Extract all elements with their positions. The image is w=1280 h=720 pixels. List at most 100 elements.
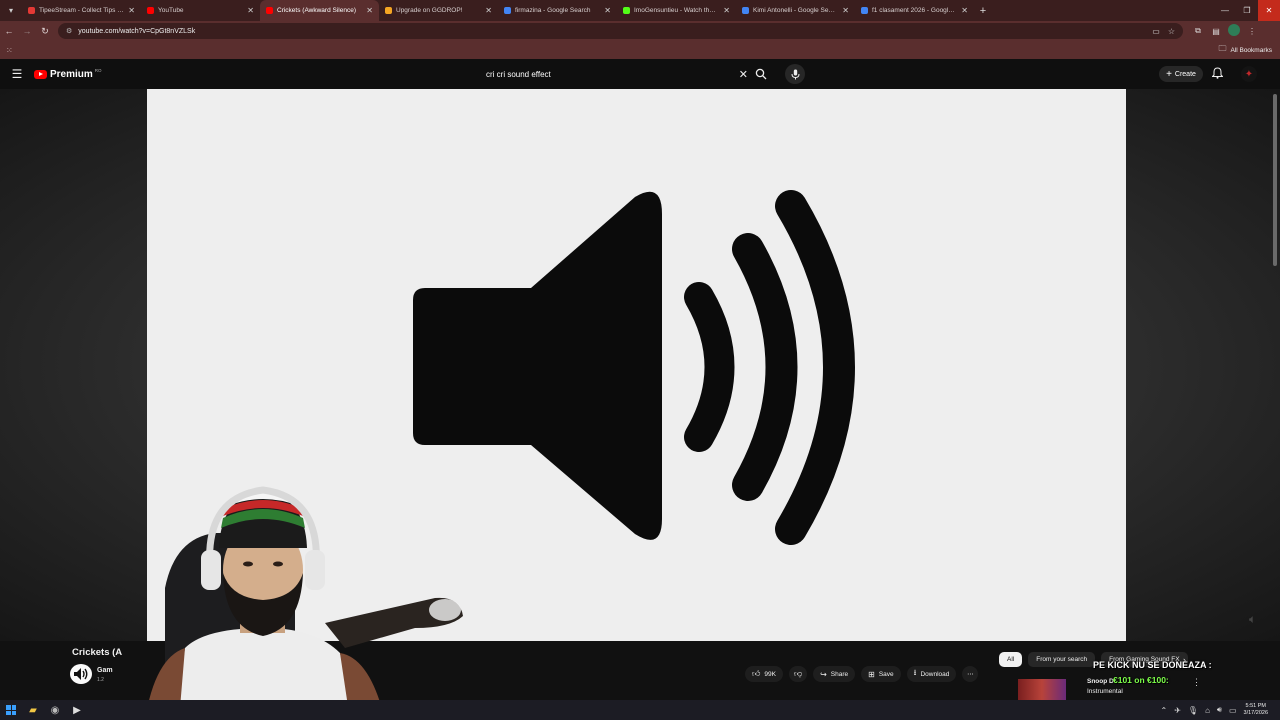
search-icon[interactable] [752,65,770,83]
apps-grid-icon[interactable]: ⁙ [6,46,13,55]
all-bookmarks-button[interactable]: 🗀 All Bookmarks [1218,41,1272,59]
recommendation-more-icon[interactable]: ⋮ [1192,677,1201,688]
browser-tab-bar: ▾ TipeeStream - Collect Tips wh ✕ YouTube ✕… [0,0,1280,21]
tray-overflow-icon[interactable]: ⌃ [1161,706,1168,715]
tab-favicon-icon [742,7,749,14]
recommendation-title[interactable]: Snoop D [1087,678,1114,685]
tab-title: Kimi Antonelli - Google Search [753,7,839,14]
tray-battery-icon[interactable]: ▭ [1229,706,1237,715]
tab-search-list-icon[interactable]: ▤ [1207,27,1225,36]
close-tab-icon[interactable]: ✕ [485,6,492,15]
clear-search-icon[interactable]: ✕ [739,68,748,81]
thumbs-up-icon: 👍︎ [752,669,761,678]
share-button[interactable]: ↪ Share [813,666,856,682]
tab-title: firmazina - Google Search [515,7,591,14]
browser-menu-icon[interactable]: ⋮ [1243,27,1261,36]
browser-tab[interactable]: Kimi Antonelli - Google Search ✕ [736,0,855,21]
tab-favicon-icon [861,7,868,14]
webcam-overlay [145,478,475,720]
save-button[interactable]: ⊞ Save [861,666,901,682]
close-tab-icon[interactable]: ✕ [842,6,849,15]
close-tab-icon[interactable]: ✕ [128,6,135,15]
like-count: 99K [764,670,776,678]
close-tab-icon[interactable]: ✕ [366,6,373,15]
system-tray: ⌃ ✈ 🎙︎ ⌂ 🔊︎ ▭ 5:51 PM 3/17/2026 [1161,700,1280,720]
browser-tab[interactable]: Crickets (Awkward Silence) ✕ [260,0,379,21]
search-query[interactable]: cri cri sound effect [478,70,739,79]
download-button[interactable]: ⭳ Download [906,666,957,682]
filter-chip[interactable]: All [999,652,1023,667]
browser-tab[interactable]: YouTube ✕ [141,0,260,21]
clock-date: 3/17/2026 [1243,710,1268,716]
tray-volume-icon[interactable]: 🔊︎ [1217,705,1222,715]
browser-tab[interactable]: TipeeStream - Collect Tips wh ✕ [22,0,141,21]
like-button[interactable]: 👍︎ 99K [745,666,783,682]
browser-tab[interactable]: Upgrade on GGDROP! ✕ [379,0,498,21]
tab-favicon-icon [623,7,630,14]
tab-title: TipeeStream - Collect Tips wh [39,7,125,14]
scrollbar-thumb[interactable] [1273,94,1277,266]
windows-start-icon[interactable] [0,700,22,720]
browser-tab[interactable]: f1 clasament 2026 - Google Se ✕ [855,0,974,21]
share-label: Share [830,670,849,678]
player-volume-icon[interactable]: 🔈︎ [1249,612,1256,627]
tray-mic-icon[interactable]: 🎙︎ [1188,706,1198,715]
thumbs-down-icon: 👎︎ [793,669,803,678]
site-info-icon[interactable]: ⚙ [66,27,72,35]
address-toolbar: ← → ↻ ⚙ youtube.com/watch?v=CpGt8nVZLSk … [0,21,1280,41]
profile-avatar[interactable] [1225,24,1243,38]
close-tab-icon[interactable]: ✕ [961,6,968,15]
address-bar[interactable]: ⚙ youtube.com/watch?v=CpGt8nVZLSk ▭ ☆ [58,23,1183,39]
tab-strip: TipeeStream - Collect Tips wh ✕ YouTube ✕ Cr… [22,0,974,21]
page-scrollbar[interactable] [1273,89,1278,700]
minimize-icon[interactable]: — [1214,0,1236,21]
tab-favicon-icon [266,7,273,14]
url-text[interactable]: youtube.com/watch?v=CpGt8nVZLSk [78,28,1144,35]
create-button[interactable]: + Create [1159,66,1203,82]
notifications-bell-icon[interactable] [1211,67,1224,82]
obs-icon[interactable]: ◉ [44,700,66,720]
browser-tab[interactable]: ImoGensuntieu - Watch the VOD✕ [617,0,736,21]
media-player-icon[interactable]: ▶ [66,700,88,720]
hamburger-menu-icon[interactable]: ☰ [0,67,34,81]
close-tab-icon[interactable]: ✕ [604,6,611,15]
tray-app-icon[interactable]: ✈ [1174,706,1181,715]
back-icon[interactable]: ← [0,21,18,41]
file-explorer-icon[interactable]: ▰ [22,700,44,720]
extensions-icon[interactable]: ⧉ [1189,26,1207,36]
logo-text: Premium [50,68,93,80]
youtube-premium-logo[interactable]: Premium RO [34,67,102,80]
clock-time: 5:51 PM [1245,703,1266,709]
cast-icon[interactable]: ▭ [1152,27,1160,36]
account-avatar[interactable]: ✦ [1241,66,1257,82]
search-input[interactable]: cri cri sound effect ✕ [478,64,748,84]
close-tab-icon[interactable]: ✕ [723,6,730,15]
logo-country: RO [94,67,102,73]
channel-avatar[interactable] [70,664,92,684]
close-window-icon[interactable]: ✕ [1258,0,1280,21]
forward-icon[interactable]: → [18,21,36,41]
recommendation-thumbnail[interactable] [1018,679,1066,700]
windows-taskbar: ▰ ◉ ▶ [0,700,1280,720]
channel-name[interactable]: Gam [97,667,113,674]
tab-title: YouTube [158,7,184,14]
share-arrow-icon: ↪ [820,669,827,679]
more-actions-icon[interactable]: ⋯ [962,666,979,682]
save-playlist-icon: ⊞ [868,669,875,679]
tab-favicon-icon [28,7,35,14]
taskbar-clock[interactable]: 5:51 PM 3/17/2026 [1244,703,1268,717]
tab-search-icon[interactable]: ▾ [0,0,22,21]
subscriber-count: 1.2 [97,677,104,683]
download-label: Download [920,670,950,678]
dislike-button[interactable]: 👎︎ [788,666,808,682]
close-tab-icon[interactable]: ✕ [247,6,254,15]
restore-icon[interactable]: ❐ [1236,0,1258,21]
tray-network-icon[interactable]: ⌂ [1205,706,1210,715]
bookmark-star-icon[interactable]: ☆ [1168,27,1175,36]
plus-icon: + [1166,68,1172,80]
new-tab-icon[interactable]: + [974,5,992,17]
microphone-icon[interactable] [785,64,805,84]
browser-tab[interactable]: firmazina - Google Search ✕ [498,0,617,21]
reload-icon[interactable]: ↻ [36,21,54,41]
filter-chip[interactable]: From your search [1028,652,1096,667]
